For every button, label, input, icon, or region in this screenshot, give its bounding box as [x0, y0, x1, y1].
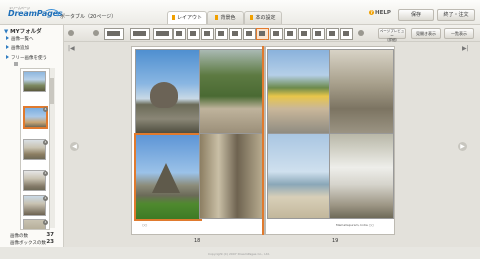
image-thumbnail-list[interactable]: 4 4 4 4 4 — [20, 68, 50, 230]
sidebar-item-image-list[interactable]: 画像一覧へ — [6, 36, 34, 42]
layout-option[interactable] — [104, 28, 124, 40]
arrow-icon — [6, 45, 9, 49]
prev-page-icon[interactable]: ◀ — [70, 142, 79, 151]
image-box-count-value: 23 — [46, 239, 54, 245]
toolbar-prev-icon[interactable] — [93, 30, 99, 36]
left-page[interactable]: ○○ — [131, 46, 265, 235]
layout-option[interactable] — [326, 28, 339, 40]
help-label: HELP — [375, 10, 391, 16]
right-page-caption[interactable]: Mamallapuram, India ○○ — [336, 223, 374, 227]
tab-layout-label: レイアウト — [176, 15, 202, 21]
my-folder-heading[interactable]: ▼ MYフォルダ — [4, 27, 42, 35]
layout-option[interactable] — [215, 28, 228, 40]
layout-option[interactable] — [243, 28, 256, 40]
layout-option[interactable] — [229, 28, 242, 40]
usage-badge: 4 — [43, 220, 48, 225]
help-link[interactable]: ? HELP — [369, 10, 391, 16]
right-page[interactable]: Mamallapuram, India ○○ — [265, 46, 395, 235]
usage-badge: 4 — [43, 171, 48, 176]
page-gutter-divider — [262, 46, 264, 235]
layout-option-selected[interactable] — [256, 28, 269, 40]
save-button[interactable]: 保存 — [398, 9, 434, 21]
photo-slot-selected[interactable] — [134, 133, 202, 221]
image-thumbnail[interactable] — [23, 71, 46, 92]
toolbar-option-icon[interactable] — [68, 30, 74, 36]
image-count-value: 37 — [46, 232, 54, 238]
tab-marker-icon — [215, 15, 219, 20]
photo-slot[interactable] — [267, 133, 331, 219]
first-page-icon[interactable]: |◀ — [68, 45, 75, 52]
logo-swoosh-icon — [44, 9, 59, 18]
usage-badge: 4 — [43, 107, 48, 112]
tab-marker-icon — [250, 15, 254, 20]
layout-option[interactable] — [312, 28, 325, 40]
project-title: ポータブル（20ページ） — [60, 14, 117, 20]
layout-option[interactable] — [340, 28, 353, 40]
tab-book-settings[interactable]: 本の設定 — [244, 11, 282, 24]
next-page-icon[interactable]: ▶ — [458, 142, 467, 151]
layout-option[interactable] — [298, 28, 311, 40]
layout-option[interactable] — [201, 28, 214, 40]
photo-slot[interactable] — [135, 49, 200, 135]
page-preview-label: ページプレビュー — [379, 29, 405, 38]
layout-option[interactable] — [173, 28, 186, 40]
layout-option[interactable] — [187, 28, 200, 40]
tab-book-settings-label: 本の設定 — [255, 15, 276, 21]
right-page-number: 19 — [332, 238, 339, 244]
list-view-button[interactable]: 一覧表示 — [444, 28, 474, 39]
spread-view-button[interactable]: 見開き表示 — [411, 28, 441, 39]
layout-option[interactable] — [153, 28, 173, 40]
sidebar-item-free-images[interactable]: フリー画像を使う — [6, 55, 47, 61]
tab-background-label: 背景色 — [220, 15, 236, 21]
layout-option[interactable] — [270, 28, 283, 40]
arrow-icon — [6, 55, 9, 59]
left-page-caption[interactable]: ○○ — [142, 223, 147, 227]
copyright-text: Copyright (C) 2007 DreamPages Co., Ltd. — [208, 252, 270, 256]
tab-background[interactable]: 背景色 — [207, 11, 244, 24]
left-page-number: 18 — [194, 238, 201, 244]
finish-order-button[interactable]: 終了・注文 — [437, 9, 475, 21]
photo-slot[interactable] — [329, 133, 394, 219]
sidebar-item-add-images[interactable]: 画像追加 — [6, 45, 29, 51]
tab-marker-icon — [171, 15, 175, 20]
usage-badge: 4 — [43, 196, 48, 201]
help-icon: ? — [369, 10, 374, 15]
image-count-label: 画像の数 — [10, 234, 28, 239]
toolbar-next-icon[interactable] — [358, 30, 364, 36]
photo-slot[interactable] — [267, 49, 331, 135]
photo-slot[interactable] — [329, 49, 394, 135]
tab-layout[interactable]: レイアウト — [167, 11, 207, 24]
layout-option[interactable] — [284, 28, 297, 40]
arrow-icon — [6, 36, 9, 40]
scrollbar-thumb[interactable] — [50, 78, 54, 104]
layout-option[interactable] — [130, 28, 150, 40]
last-page-icon[interactable]: ▶| — [462, 45, 469, 52]
page-preview-button[interactable]: ページプレビュー （詳細） — [378, 28, 406, 42]
usage-badge: 4 — [43, 140, 48, 145]
scroll-up-icon[interactable] — [14, 62, 18, 66]
photo-slot[interactable] — [199, 49, 263, 135]
photo-slot[interactable] — [199, 133, 263, 219]
